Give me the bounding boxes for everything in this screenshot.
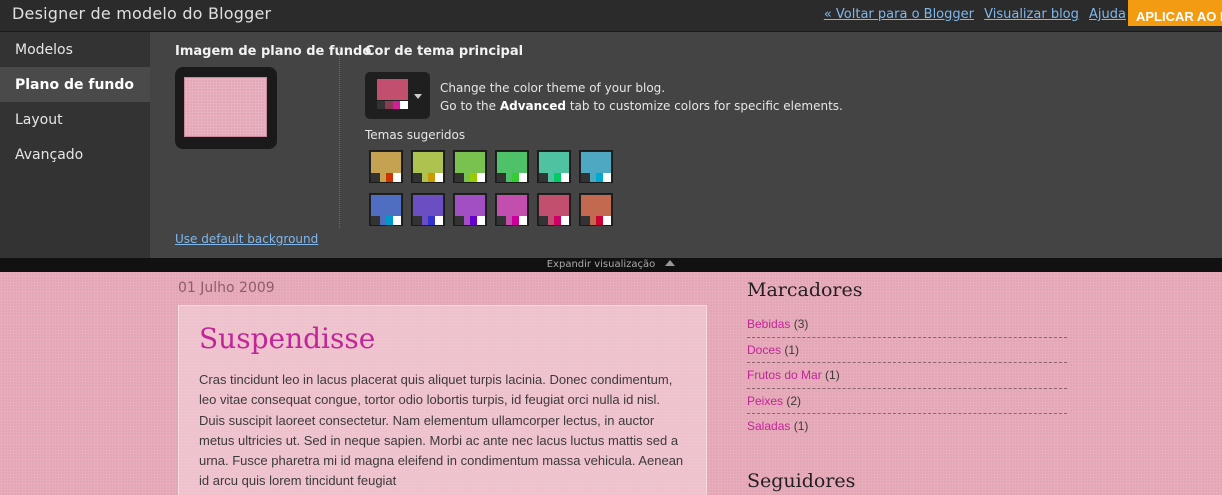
label-link[interactable]: Peixes xyxy=(747,394,783,408)
theme-swatch[interactable] xyxy=(495,193,529,226)
header-links: « Voltar para o Blogger Visualizar blog … xyxy=(818,7,1126,22)
blog-preview: 01 Julho 2009 Suspendisse Cras tincidunt… xyxy=(0,272,1222,495)
sidebar-item-modelos[interactable]: Modelos xyxy=(0,32,150,67)
list-item: Frutos do Mar (1) xyxy=(747,363,1067,389)
sidebar-item-layout[interactable]: Layout xyxy=(0,102,150,137)
theme-desc-line-2: Go to the Advanced tab to customize colo… xyxy=(440,99,843,113)
labels-list: Bebidas (3) Doces (1) Frutos do Mar (1) Pei… xyxy=(747,312,1067,440)
theme-desc-line-1: Change the color theme of your blog. xyxy=(440,81,666,95)
label-count: (3) xyxy=(793,317,809,331)
labels-widget-title: Marcadores xyxy=(747,279,863,301)
palette-chip xyxy=(377,101,385,109)
theme-swatch[interactable] xyxy=(369,150,403,183)
section-divider xyxy=(339,46,340,228)
top-bar: Designer de modelo do Blogger « Voltar p… xyxy=(0,0,1222,32)
theme-swatch[interactable] xyxy=(537,193,571,226)
current-theme-palette xyxy=(377,101,408,109)
background-panel: Imagem de plano de fundo Use default bac… xyxy=(150,32,1222,258)
expand-preview-bar[interactable]: Expandir visualização xyxy=(0,258,1222,272)
label-link[interactable]: Bebidas xyxy=(747,317,790,331)
post-date: 01 Julho 2009 xyxy=(178,280,275,296)
expand-preview-label: Expandir visualização xyxy=(546,259,656,270)
sidebar-item-plano-de-fundo[interactable]: Plano de fundo xyxy=(0,67,150,102)
view-blog-link[interactable]: Visualizar blog xyxy=(984,7,1079,22)
theme-swatch[interactable] xyxy=(453,193,487,226)
label-link[interactable]: Frutos do Mar xyxy=(747,368,822,382)
main-theme-color-title: Cor de tema principal xyxy=(365,44,524,59)
use-default-background-link[interactable]: Use default background xyxy=(175,232,318,246)
theme-swatch[interactable] xyxy=(579,193,613,226)
background-image-picker[interactable] xyxy=(175,67,277,149)
sidebar-nav: Modelos Plano de fundo Layout Avançado xyxy=(0,32,150,258)
suggested-themes-title: Temas sugeridos xyxy=(365,128,466,142)
palette-chip xyxy=(392,101,401,109)
background-image-title: Imagem de plano de fundo xyxy=(175,44,372,59)
theme-swatch[interactable] xyxy=(453,150,487,183)
theme-swatch[interactable] xyxy=(579,150,613,183)
post-body: Cras tincidunt leo in lacus placerat qui… xyxy=(199,372,684,489)
list-item: Peixes (2) xyxy=(747,389,1067,414)
sidebar-item-avancado[interactable]: Avançado xyxy=(0,137,150,172)
chevron-down-icon xyxy=(414,94,422,99)
triangle-up-icon xyxy=(665,260,676,266)
apply-to-blog-button[interactable]: APLICAR AO BLOG xyxy=(1128,0,1222,26)
label-count: (2) xyxy=(786,393,802,408)
palette-chip xyxy=(400,101,408,109)
theme-description: Change the color theme of your blog. Go … xyxy=(440,79,843,115)
followers-widget-title: Seguidores xyxy=(747,470,856,492)
theme-swatch[interactable] xyxy=(495,150,529,183)
label-link[interactable]: Saladas xyxy=(747,419,790,433)
label-count: (1) xyxy=(784,342,800,357)
current-theme-color xyxy=(377,79,408,100)
post-container: Suspendisse Cras tincidunt leo in lacus … xyxy=(178,305,707,495)
app-title: Designer de modelo do Blogger xyxy=(12,4,272,23)
list-item: Doces (1) xyxy=(747,338,1067,363)
post-title[interactable]: Suspendisse xyxy=(199,322,375,355)
label-count: (1) xyxy=(825,368,840,382)
theme-swatch[interactable] xyxy=(537,150,571,183)
background-image-thumbnail xyxy=(184,77,267,137)
theme-swatch[interactable] xyxy=(369,193,403,226)
help-link[interactable]: Ajuda xyxy=(1089,7,1126,22)
palette-chip xyxy=(384,101,393,109)
label-link[interactable]: Doces xyxy=(747,343,781,357)
list-item: Saladas (1) xyxy=(747,414,1067,440)
list-item: Bebidas (3) xyxy=(747,312,1067,338)
theme-swatch[interactable] xyxy=(411,193,445,226)
label-count: (1) xyxy=(793,419,809,433)
theme-swatch[interactable] xyxy=(411,150,445,183)
back-to-blogger-link[interactable]: « Voltar para o Blogger xyxy=(824,7,974,22)
theme-color-dropdown[interactable] xyxy=(365,72,430,119)
